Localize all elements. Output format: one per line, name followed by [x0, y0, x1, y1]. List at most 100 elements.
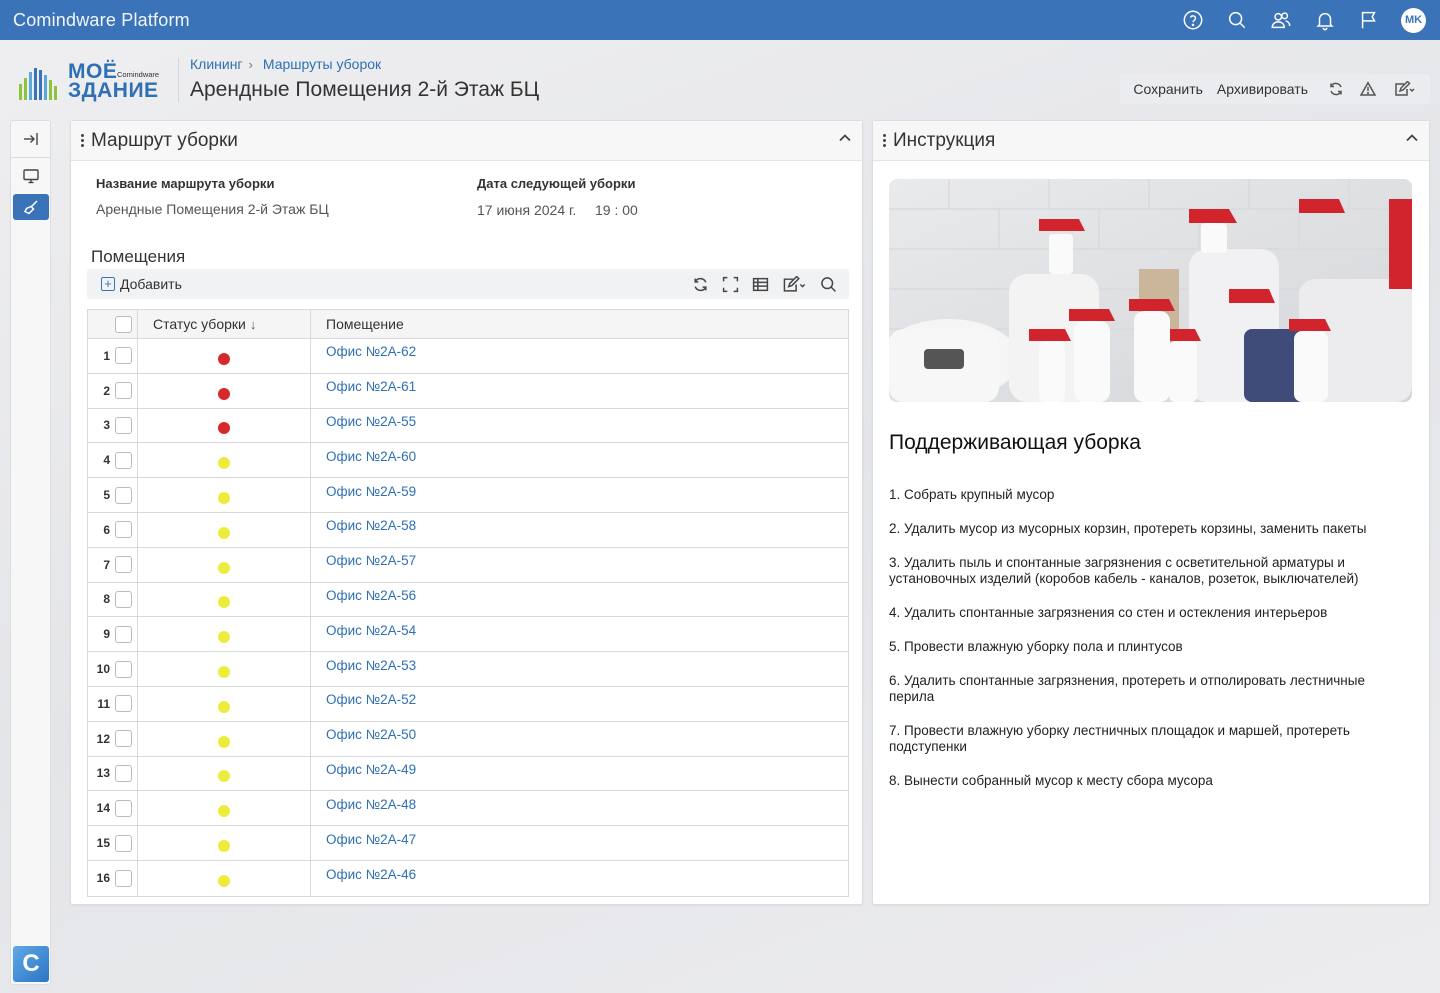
room-cell: Офис №2А-54 [311, 617, 848, 651]
room-link[interactable]: Офис №2А-50 [326, 727, 416, 742]
table-row[interactable]: 6 Офис №2А-58 [88, 512, 848, 548]
room-link[interactable]: Офис №2А-56 [326, 588, 416, 603]
row-checkbox[interactable] [110, 617, 138, 652]
table-row[interactable]: 15 Офис №2А-47 [88, 826, 848, 861]
chevron-up-icon[interactable] [838, 131, 852, 150]
room-link[interactable]: Офис №2А-59 [326, 484, 416, 499]
archive-button[interactable]: Архивировать [1217, 81, 1318, 97]
row-checkbox[interactable] [110, 339, 138, 373]
table-row[interactable]: 1 Офис №2А-62 [88, 339, 848, 374]
room-link[interactable]: Офис №2А-61 [326, 379, 416, 394]
next-date-label: Дата следующей уборки [477, 176, 636, 191]
breadcrumb-routes[interactable]: Маршруты уборок [263, 56, 381, 72]
room-link[interactable]: Офис №2А-47 [326, 832, 416, 847]
status-cell [138, 582, 311, 617]
user-avatar[interactable]: MK [1401, 7, 1426, 33]
row-checkbox[interactable] [110, 547, 138, 582]
warning-icon[interactable] [1354, 81, 1382, 97]
row-checkbox[interactable] [110, 652, 138, 686]
breadcrumb-cleaning[interactable]: Клининг [190, 56, 243, 72]
row-checkbox[interactable] [110, 686, 138, 721]
row-checkbox[interactable] [110, 512, 138, 547]
room-cell: Офис №2А-47 [311, 826, 848, 860]
room-link[interactable]: Офис №2А-57 [326, 553, 416, 568]
row-checkbox[interactable] [110, 791, 138, 826]
row-checkbox[interactable] [110, 860, 138, 896]
drag-handle-icon[interactable] [77, 134, 87, 147]
bell-icon[interactable] [1303, 0, 1347, 40]
table-row[interactable]: 14 Офис №2А-48 [88, 791, 848, 827]
comindware-app-icon[interactable]: C [13, 946, 49, 982]
table-row[interactable]: 5 Офис №2А-59 [88, 478, 848, 513]
expand-sidebar-icon[interactable] [11, 121, 50, 157]
company-logo[interactable]: МОЁ Comindware ЗДАНИЕ [18, 60, 163, 102]
page-header: МОЁ Comindware ЗДАНИЕ Клининг › Маршруты… [0, 40, 1440, 120]
table-row[interactable]: 13 Офис №2А-49 [88, 756, 848, 792]
room-link[interactable]: Офис №2А-52 [326, 692, 416, 707]
room-link[interactable]: Офис №2А-53 [326, 658, 416, 673]
status-cell [138, 617, 311, 652]
edit-menu-icon[interactable] [775, 275, 813, 293]
status-dot-icon [218, 700, 230, 713]
row-checkbox[interactable] [110, 721, 138, 756]
refresh-icon[interactable] [685, 276, 715, 293]
desktop-icon[interactable] [11, 158, 50, 194]
room-column-header[interactable]: Помещение [311, 310, 848, 338]
users-icon[interactable] [1259, 0, 1303, 40]
row-checkbox[interactable] [110, 756, 138, 791]
room-link[interactable]: Офис №2А-60 [326, 449, 416, 464]
row-checkbox[interactable] [110, 478, 138, 512]
row-checkbox[interactable] [110, 443, 138, 478]
app-title[interactable]: Comindware Platform [13, 10, 190, 31]
drag-handle-icon[interactable] [879, 134, 889, 147]
room-link[interactable]: Офис №2А-58 [326, 518, 416, 533]
room-cell: Офис №2А-56 [311, 583, 848, 617]
room-cell: Офис №2А-58 [311, 513, 848, 547]
search-icon[interactable] [1215, 0, 1259, 40]
table-row[interactable]: 9 Офис №2А-54 [88, 617, 848, 653]
search-icon[interactable] [813, 276, 843, 293]
table-row[interactable]: 8 Офис №2А-56 [88, 582, 848, 618]
sort-down-icon[interactable]: ↓ [250, 317, 257, 332]
row-number-header [88, 310, 110, 338]
table-row[interactable]: 3 Офис №2А-55 [88, 408, 848, 444]
row-checkbox[interactable] [110, 582, 138, 617]
table-row[interactable]: 7 Офис №2А-57 [88, 547, 848, 583]
help-icon[interactable] [1171, 0, 1215, 40]
room-cell: Офис №2А-46 [311, 861, 848, 896]
table-row[interactable]: 10 Офис №2А-53 [88, 652, 848, 687]
chevron-up-icon[interactable] [1405, 131, 1419, 150]
status-dot-icon [218, 596, 230, 609]
flag-icon[interactable] [1347, 0, 1391, 40]
table-row[interactable]: 11 Офис №2А-52 [88, 686, 848, 722]
room-link[interactable]: Офис №2А-49 [326, 762, 416, 777]
room-link[interactable]: Офис №2А-46 [326, 867, 416, 882]
edit-menu-icon[interactable] [1386, 81, 1422, 97]
instruction-step: 6. Удалить спонтанные загрязнения, проте… [889, 673, 1365, 704]
instruction-panel: Инструкция Поддерживающая уборка 1. Собр… [872, 120, 1430, 905]
add-button[interactable]: + Добавить [101, 276, 182, 292]
room-link[interactable]: Офис №2А-54 [326, 623, 416, 638]
row-checkbox[interactable] [110, 373, 138, 408]
row-checkbox[interactable] [110, 408, 138, 443]
status-cell [138, 686, 311, 721]
table-row[interactable]: 2 Офис №2А-61 [88, 373, 848, 409]
fullscreen-icon[interactable] [715, 276, 745, 293]
status-dot-icon [218, 770, 230, 783]
select-all-checkbox[interactable] [110, 310, 138, 338]
status-column-header[interactable]: Статус уборки ↓ [138, 310, 311, 338]
table-row[interactable]: 12 Офис №2А-50 [88, 721, 848, 757]
refresh-icon[interactable] [1322, 81, 1350, 97]
cleaning-brush-icon[interactable] [12, 194, 49, 220]
save-button[interactable]: Сохранить [1133, 81, 1213, 97]
rooms-table: Статус уборки ↓ Помещение 1 Офис №2А-62 2 О… [87, 309, 849, 897]
room-link[interactable]: Офис №2А-48 [326, 797, 416, 812]
room-link[interactable]: Офис №2А-62 [326, 344, 416, 359]
table-row[interactable]: 16 Офис №2А-46 [88, 860, 848, 896]
row-number: 11 [97, 696, 110, 711]
status-dot-icon [218, 561, 230, 574]
table-view-icon[interactable] [745, 276, 775, 293]
table-row[interactable]: 4 Офис №2А-60 [88, 443, 848, 479]
row-checkbox[interactable] [110, 826, 138, 860]
room-link[interactable]: Офис №2А-55 [326, 414, 416, 429]
